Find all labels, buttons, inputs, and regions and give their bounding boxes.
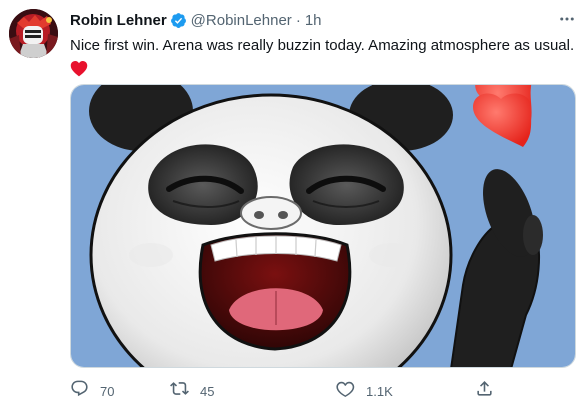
tweet-timestamp[interactable]: 1h (305, 12, 322, 29)
reply-icon (70, 379, 89, 403)
retweet-button[interactable]: 45 (170, 378, 214, 404)
like-count: 1.1K (366, 383, 393, 399)
tweet-media-image[interactable] (70, 84, 576, 368)
tweet-actions: 70 45 1.1K (70, 378, 510, 404)
reply-count: 70 (100, 383, 115, 399)
meta-separator: · (295, 11, 301, 29)
red-heart-emoji-icon (70, 60, 88, 77)
like-button[interactable]: 1.1K (336, 378, 393, 404)
tweet-header: Robin Lehner @RobinLehner · 1h (70, 10, 322, 30)
author-handle[interactable]: @RobinLehner (191, 12, 292, 29)
reply-button[interactable]: 70 (70, 378, 114, 404)
tweet-body: Nice first win. Arena was really buzzin … (70, 37, 575, 54)
share-icon (475, 379, 494, 403)
author-name[interactable]: Robin Lehner (70, 12, 167, 29)
retweet-count: 45 (200, 383, 215, 399)
retweet-icon (170, 379, 189, 403)
heart-icon (336, 379, 355, 403)
avatar[interactable] (9, 9, 58, 58)
more-dots-icon[interactable] (554, 9, 580, 29)
verified-badge-icon (170, 12, 187, 29)
share-button[interactable] (475, 378, 494, 404)
tweet-text: Nice first win. Arena was really buzzin … (70, 36, 580, 77)
tweet[interactable]: Robin Lehner @RobinLehner · 1h Nice firs… (0, 0, 588, 418)
